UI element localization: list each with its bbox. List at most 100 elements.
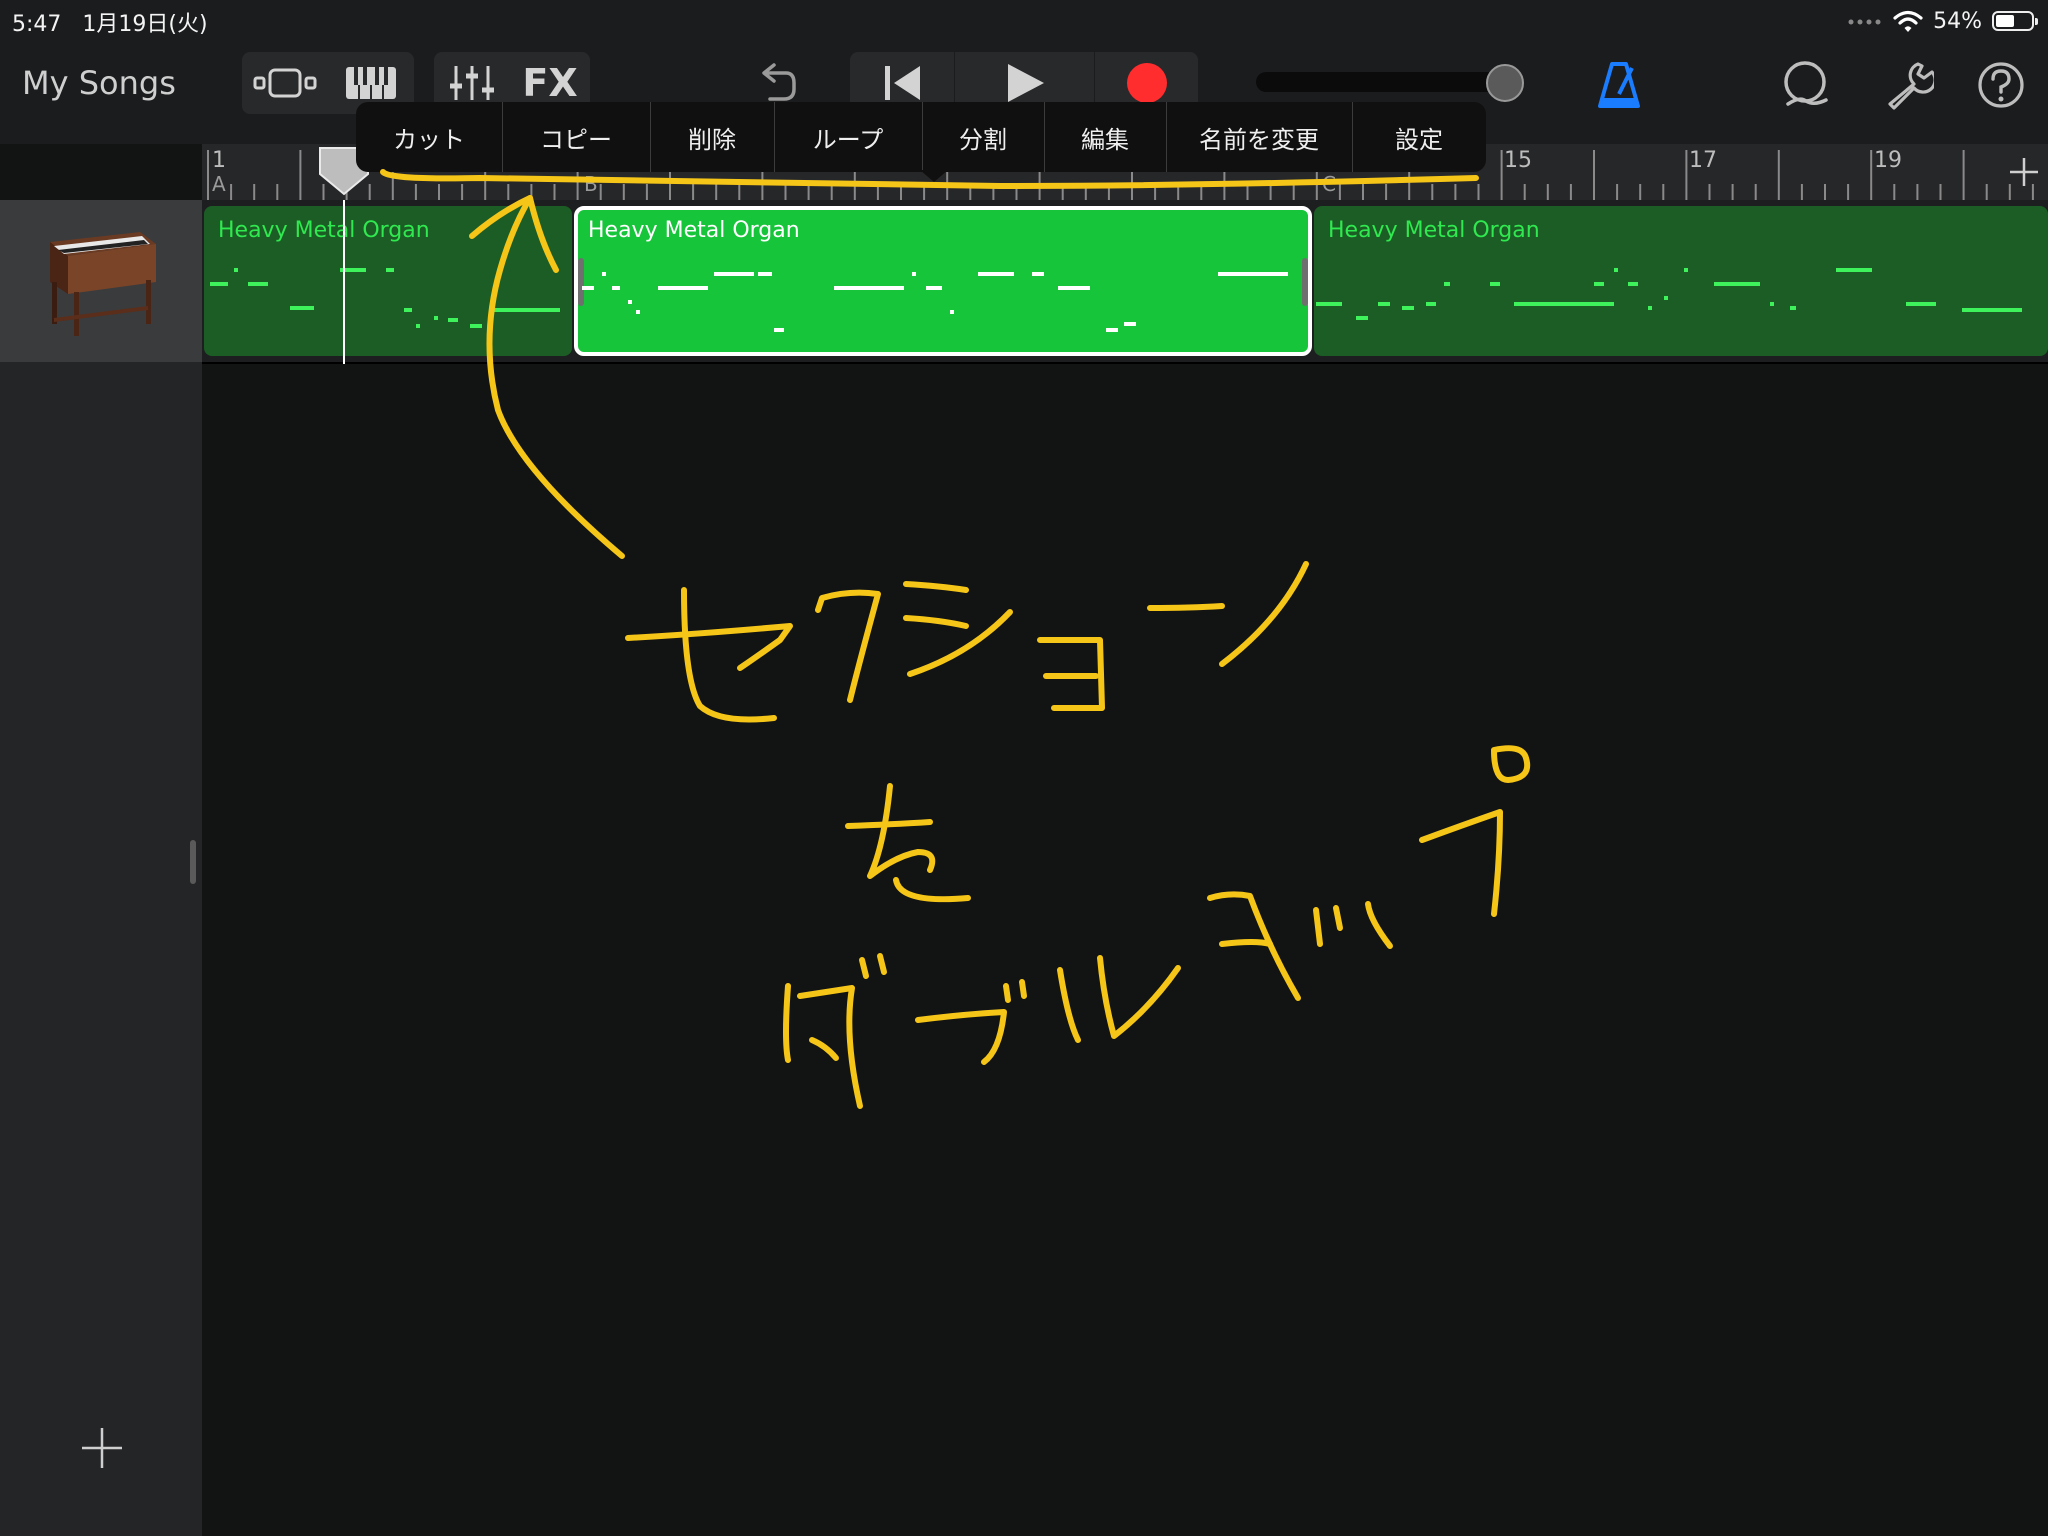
midi-note <box>210 282 228 286</box>
loop-browser-button[interactable] <box>1780 60 1830 110</box>
play-icon <box>1008 64 1044 102</box>
ruler-section-marker: C <box>1322 172 1336 196</box>
tracks-view-icon <box>253 68 317 98</box>
master-volume-knob[interactable] <box>1486 64 1525 102</box>
add-track-icon <box>82 1428 122 1468</box>
midi-note <box>628 300 632 304</box>
midi-note <box>1906 302 1936 306</box>
midi-note <box>1378 302 1390 306</box>
region-label: Heavy Metal Organ <box>218 218 430 243</box>
wifi-icon <box>1893 10 1923 32</box>
midi-note <box>1106 328 1118 332</box>
status-time: 5:47 <box>12 12 62 37</box>
midi-note <box>636 310 640 314</box>
midi-note <box>248 282 268 286</box>
midi-note <box>1444 282 1450 286</box>
midi-note <box>1426 302 1436 306</box>
ruler-bar-number: 17 <box>1689 148 1717 173</box>
track-header-resize-handle[interactable] <box>190 840 196 884</box>
status-bar: 5:47 1月19日(火) 54% <box>0 0 2048 42</box>
midi-note <box>1770 302 1774 306</box>
context-menu-item[interactable]: ループ <box>774 102 922 172</box>
midi-note <box>834 286 904 290</box>
settings-button[interactable] <box>1884 60 1937 110</box>
midi-note <box>1402 306 1414 310</box>
midi-note <box>1684 268 1688 272</box>
ruler-section-marker: A <box>212 172 226 196</box>
midi-note <box>658 286 708 290</box>
midi-note <box>470 324 482 328</box>
midi-note <box>1614 268 1618 272</box>
midi-note <box>926 286 942 290</box>
track-header[interactable] <box>0 200 202 362</box>
undo-icon <box>762 63 796 101</box>
keyboard-icon <box>346 67 396 99</box>
track-header-column <box>0 200 202 1536</box>
midi-note <box>1790 306 1796 310</box>
midi-note <box>386 268 394 272</box>
context-menu-item[interactable]: 設定 <box>1352 102 1486 172</box>
metronome-button[interactable] <box>1594 60 1644 110</box>
organ-icon <box>50 232 156 336</box>
midi-note <box>448 318 458 322</box>
midi-note <box>912 272 916 276</box>
add-section-icon <box>2010 158 2038 186</box>
midi-note <box>1836 268 1872 272</box>
master-volume-slider[interactable] <box>1256 72 1524 92</box>
context-menu-item[interactable]: 編集 <box>1044 102 1166 172</box>
metronome-icon <box>1598 62 1640 108</box>
midi-note <box>416 324 420 328</box>
context-menu-pointer <box>920 170 948 182</box>
region-selected[interactable]: Heavy Metal Organ <box>574 206 1312 356</box>
midi-note <box>1316 302 1342 306</box>
ruler-bar-number: 1 <box>212 148 226 173</box>
region-context-menu: カット コピー 削除 ループ 分割 編集 名前を変更 設定 <box>356 102 1486 172</box>
midi-note <box>1664 296 1668 300</box>
region-trim-handle-left[interactable] <box>578 258 584 306</box>
add-track-button[interactable] <box>78 1424 126 1472</box>
midi-note <box>1514 302 1614 306</box>
help-button[interactable] <box>1976 60 2026 110</box>
my-songs-button[interactable]: My Songs <box>22 64 176 102</box>
ruler-section-marker: B <box>584 172 598 196</box>
midi-note <box>404 308 412 312</box>
midi-note <box>950 310 954 314</box>
midi-note <box>490 308 560 312</box>
context-menu-item[interactable]: 名前を変更 <box>1166 102 1352 172</box>
context-menu-item[interactable]: コピー <box>502 102 650 172</box>
midi-note <box>234 268 238 272</box>
tracks-view-button[interactable] <box>242 52 328 114</box>
battery-fill <box>1996 15 2014 27</box>
playhead-line <box>343 200 345 364</box>
go-to-start-icon <box>885 66 920 100</box>
help-icon <box>1978 62 2024 108</box>
record-icon <box>1127 63 1167 103</box>
midi-note <box>758 272 772 276</box>
region[interactable]: Heavy Metal Organ <box>204 206 572 356</box>
ruler-bar-number: 19 <box>1874 148 1902 173</box>
context-menu-item[interactable]: 分割 <box>922 102 1044 172</box>
midi-note <box>1594 282 1604 286</box>
status-date: 1月19日(火) <box>82 12 208 37</box>
add-section-button[interactable] <box>2008 156 2040 188</box>
battery-percent: 54% <box>1933 8 1982 34</box>
midi-note <box>1490 282 1500 286</box>
midi-note <box>1356 316 1368 320</box>
loop-icon <box>1784 61 1828 106</box>
battery-icon <box>1992 11 2038 31</box>
region-label: Heavy Metal Organ <box>1328 218 1540 243</box>
midi-note <box>434 316 438 320</box>
midi-note <box>978 272 1014 276</box>
region[interactable]: Heavy Metal Organ <box>1314 206 2048 356</box>
midi-note <box>290 306 314 310</box>
midi-note <box>714 272 754 276</box>
midi-note <box>612 286 620 290</box>
context-menu-item[interactable]: 削除 <box>650 102 774 172</box>
region-trim-handle-right[interactable] <box>1302 258 1308 306</box>
track-lane: Heavy Metal Organ Heavy Metal Organ Heav… <box>202 200 2048 364</box>
wrench-icon <box>1888 62 1937 110</box>
midi-note <box>1058 286 1090 290</box>
midi-note <box>1714 282 1760 286</box>
context-menu-item[interactable]: カット <box>356 102 502 172</box>
midi-note <box>582 286 594 290</box>
